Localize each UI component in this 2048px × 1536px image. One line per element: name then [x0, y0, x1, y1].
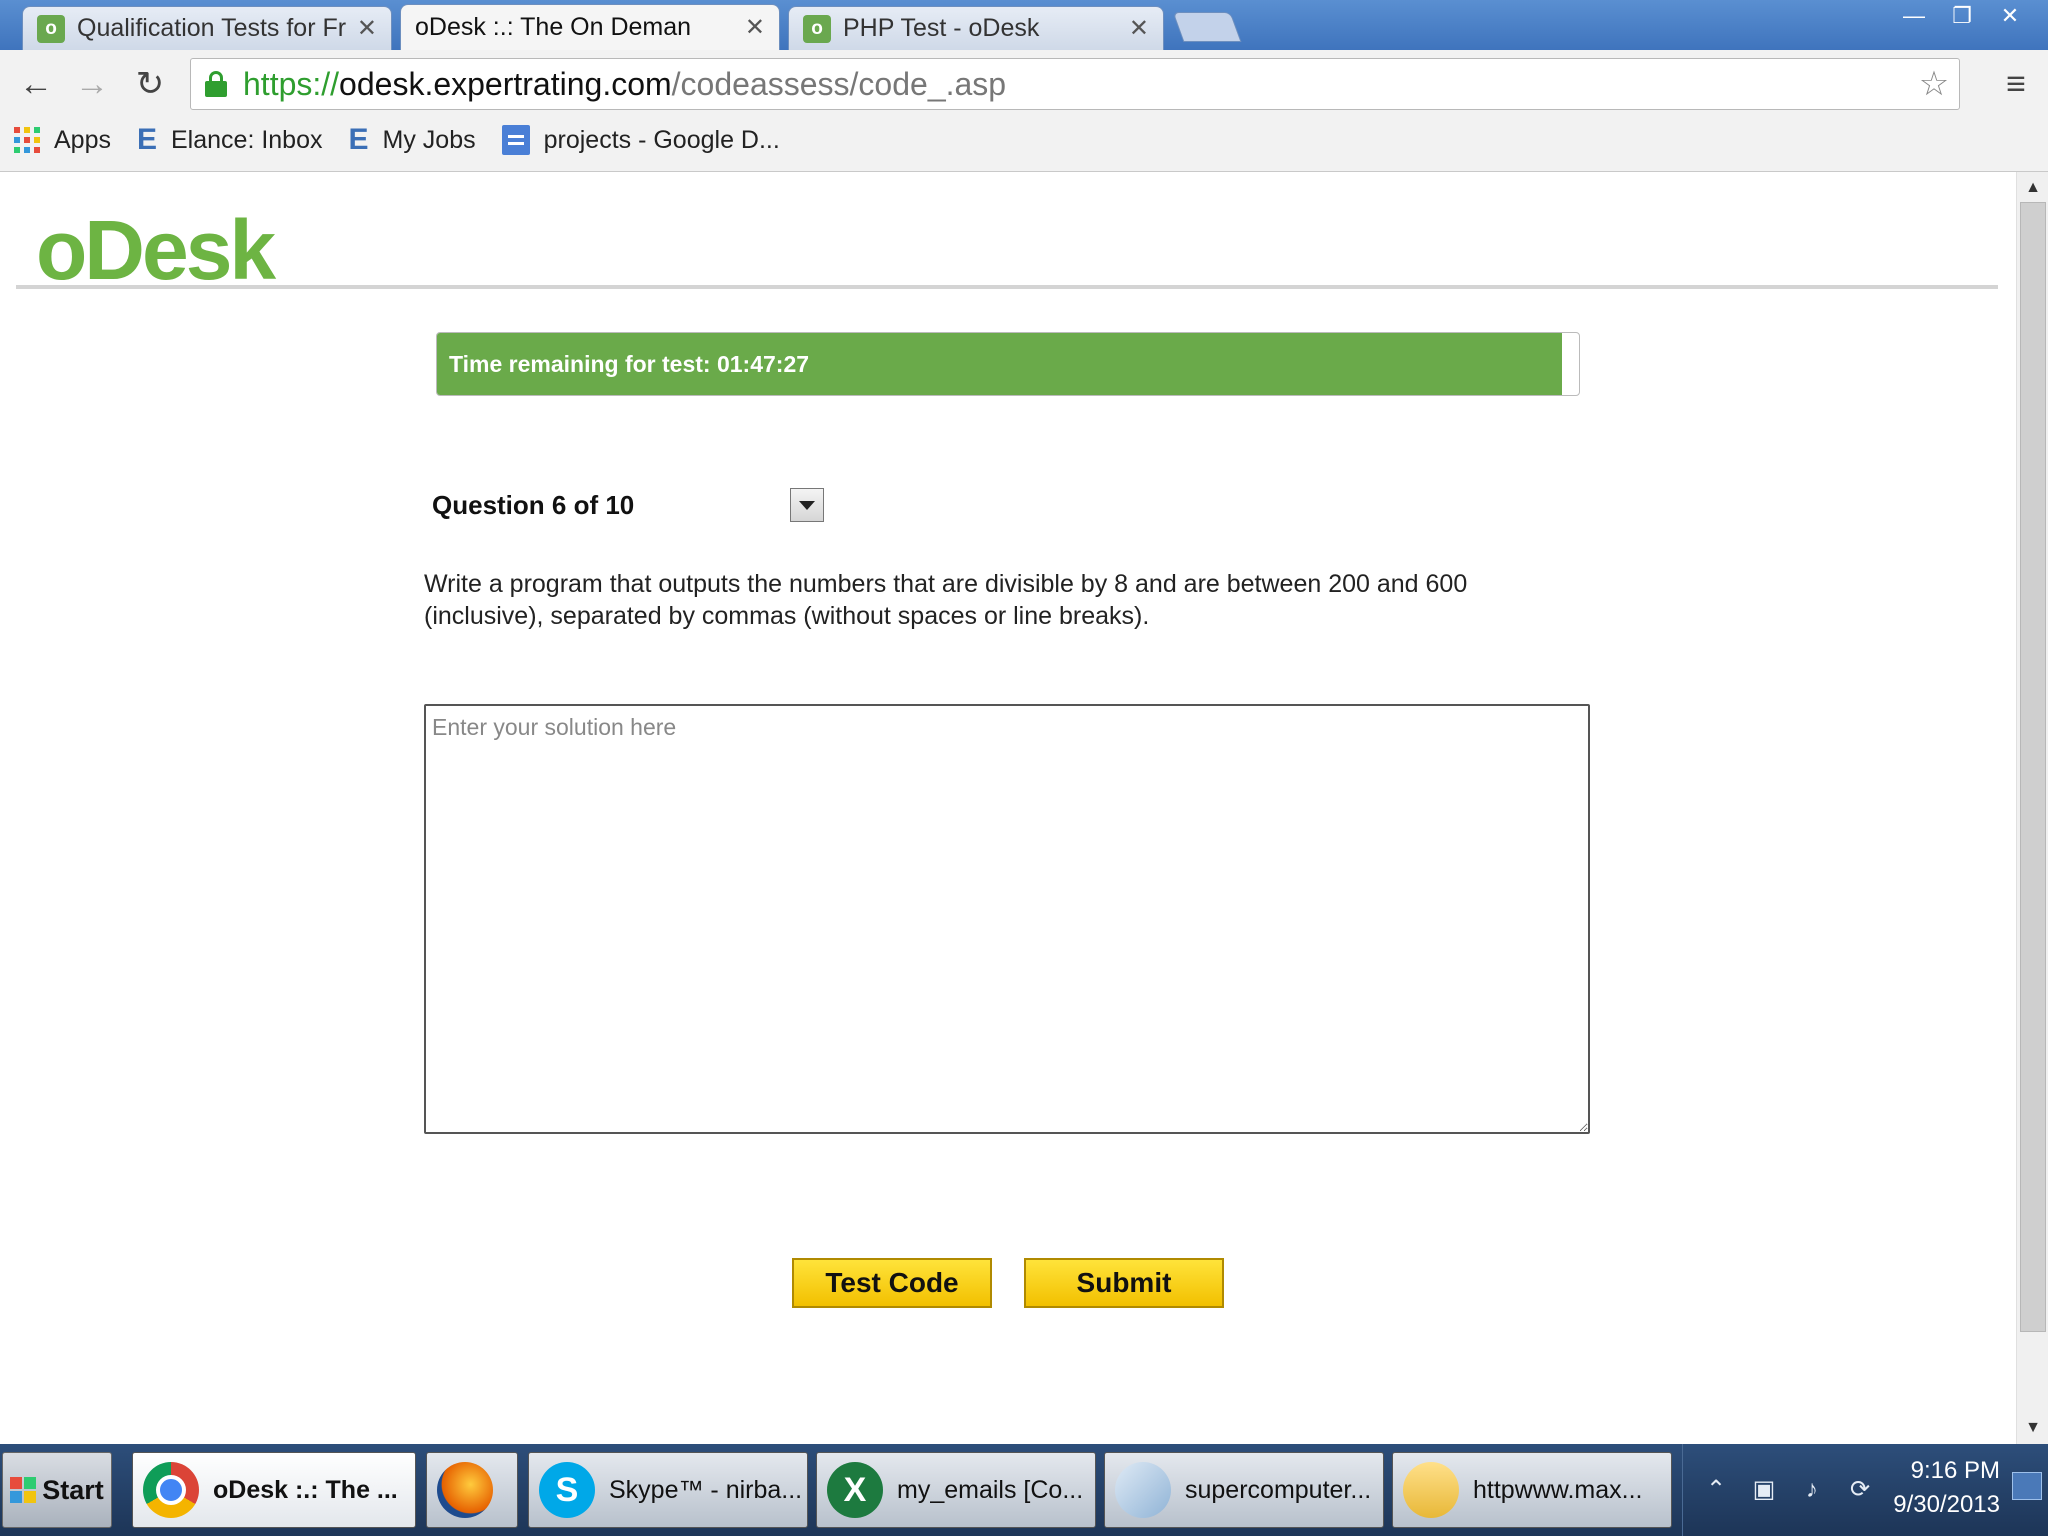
window-close-icon[interactable]: ✕ — [1986, 2, 2034, 32]
back-icon[interactable]: ← — [14, 62, 58, 106]
url-protocol: https:// — [243, 65, 340, 102]
taskbar-item-label: supercomputer... — [1185, 1475, 1372, 1504]
browser-titlebar: o Qualification Tests for Fre ✕ oDesk :.… — [0, 0, 2048, 50]
chrome-menu-icon[interactable]: ≡ — [1996, 64, 2036, 104]
taskbar-item-folder[interactable]: httpwww.max... — [1392, 1452, 1672, 1528]
apps-grid-icon — [14, 127, 40, 153]
bookmark-label: Elance: Inbox — [171, 125, 323, 154]
taskbar-item-label: oDesk :.: The ... — [213, 1475, 398, 1504]
lock-icon — [205, 71, 227, 97]
restore-icon[interactable]: ❐ — [1938, 2, 1986, 32]
tab-label: Qualification Tests for Fre — [77, 14, 347, 42]
chrome-icon — [143, 1462, 199, 1518]
firefox-icon — [437, 1462, 493, 1518]
window-controls: — ❐ ✕ — [1890, 2, 2034, 32]
submit-button[interactable]: Submit — [1024, 1258, 1224, 1308]
taskbar-item-chrome[interactable]: oDesk :.: The ... — [132, 1452, 416, 1528]
windows-taskbar: Start oDesk :.: The ... S Skype™ - nirba… — [0, 1444, 2048, 1536]
forward-icon[interactable]: → — [70, 62, 114, 106]
test-code-button[interactable]: Test Code — [792, 1258, 992, 1308]
scroll-up-icon[interactable]: ▲ — [2021, 176, 2045, 200]
question-counter: Question 6 of 10 — [432, 490, 635, 520]
test-timer-bar: Time remaining for test: 01:47:27 — [436, 332, 1580, 396]
bookmark-label: My Jobs — [382, 125, 476, 154]
start-label: Start — [42, 1474, 104, 1505]
page-scrollbar[interactable]: ▲ ▼ — [2016, 172, 2048, 1444]
minimize-icon[interactable]: — — [1890, 2, 1938, 32]
file-icon — [1115, 1462, 1171, 1518]
bookmark-label: Apps — [54, 125, 111, 154]
bookmark-star-icon[interactable]: ☆ — [1909, 59, 1959, 109]
solution-textarea[interactable] — [424, 704, 1590, 1134]
bookmark-apps[interactable]: Apps — [14, 126, 111, 155]
tab-qualification-tests[interactable]: o Qualification Tests for Fre ✕ — [22, 6, 392, 50]
start-button[interactable]: Start — [2, 1452, 112, 1528]
new-tab-button[interactable] — [1172, 12, 1242, 42]
close-icon[interactable]: ✕ — [1129, 14, 1149, 43]
google-docs-icon — [501, 125, 530, 155]
browser-toolbar: ← → ↻ https:// odesk.expertrating.com /c… — [0, 50, 2048, 172]
bookmark-projects-google-docs[interactable]: projects - Google D... — [501, 125, 780, 155]
url-host: odesk.expertrating.com — [339, 65, 672, 102]
taskbar-item-supercomputer[interactable]: supercomputer... — [1104, 1452, 1384, 1528]
page-content: oDesk Time remaining for test: 01:47:27 … — [0, 172, 2016, 1444]
tab-odesk-on-demand[interactable]: oDesk :.: The On Deman ✕ — [400, 4, 780, 50]
taskbar-item-excel[interactable]: X my_emails [Co... — [816, 1452, 1096, 1528]
excel-icon: X — [827, 1462, 883, 1518]
question-text: Write a program that outputs the numbers… — [424, 570, 1468, 630]
bookmarks-bar: Apps E Elance: Inbox E My Jobs projects … — [0, 116, 792, 164]
system-clock[interactable]: 9:16 PM 9/30/2013 — [1893, 1454, 2000, 1522]
taskbar-item-firefox[interactable] — [426, 1452, 518, 1528]
odesk-icon: o — [803, 14, 831, 43]
header-divider — [16, 285, 1998, 289]
reload-icon[interactable]: ↻ — [128, 62, 172, 106]
close-icon[interactable]: ✕ — [357, 14, 377, 43]
volume-icon[interactable]: ♪ — [1797, 1475, 1827, 1505]
taskbar-item-skype[interactable]: S Skype™ - nirba... — [528, 1452, 808, 1528]
odesk-icon: o — [37, 14, 65, 43]
show-desktop-button[interactable] — [2012, 1472, 2042, 1500]
sync-icon[interactable]: ⟳ — [1845, 1475, 1875, 1505]
system-tray: ⌃ ▣ ♪ ⟳ 9:16 PM 9/30/2013 — [1682, 1444, 2048, 1536]
tab-label: oDesk :.: The On Deman — [415, 13, 692, 41]
elance-icon: E — [136, 123, 157, 156]
clock-time: 9:16 PM — [1910, 1457, 2000, 1484]
folder-icon — [1403, 1462, 1459, 1518]
chevron-down-icon — [799, 500, 815, 510]
close-icon[interactable]: ✕ — [745, 13, 765, 42]
elance-icon: E — [348, 123, 369, 156]
url-path: /codeassess/code_.asp — [671, 65, 1007, 102]
clock-date: 9/30/2013 — [1893, 1491, 2000, 1518]
show-hidden-icons-icon[interactable]: ⌃ — [1701, 1475, 1731, 1505]
windows-flag-icon — [10, 1477, 37, 1503]
scrollbar-thumb[interactable] — [2020, 202, 2046, 1332]
tab-label: PHP Test - oDesk — [843, 14, 1040, 42]
address-bar[interactable]: https:// odesk.expertrating.com /codeass… — [190, 58, 1960, 110]
skype-icon: S — [539, 1462, 595, 1518]
network-icon[interactable]: ▣ — [1749, 1475, 1779, 1505]
scroll-down-icon[interactable]: ▼ — [2021, 1416, 2045, 1440]
bookmark-my-jobs[interactable]: E My Jobs — [349, 123, 476, 157]
tab-php-test[interactable]: o PHP Test - oDesk ✕ — [788, 6, 1164, 50]
timer-label: Time remaining for test: 01:47:27 — [449, 351, 810, 377]
bookmark-label: projects - Google D... — [543, 125, 780, 154]
question-select-dropdown[interactable] — [790, 488, 824, 522]
taskbar-item-label: httpwww.max... — [1473, 1475, 1643, 1504]
taskbar-item-label: Skype™ - nirba... — [609, 1475, 803, 1504]
taskbar-item-label: my_emails [Co... — [897, 1475, 1084, 1504]
bookmark-elance-inbox[interactable]: E Elance: Inbox — [137, 123, 323, 157]
